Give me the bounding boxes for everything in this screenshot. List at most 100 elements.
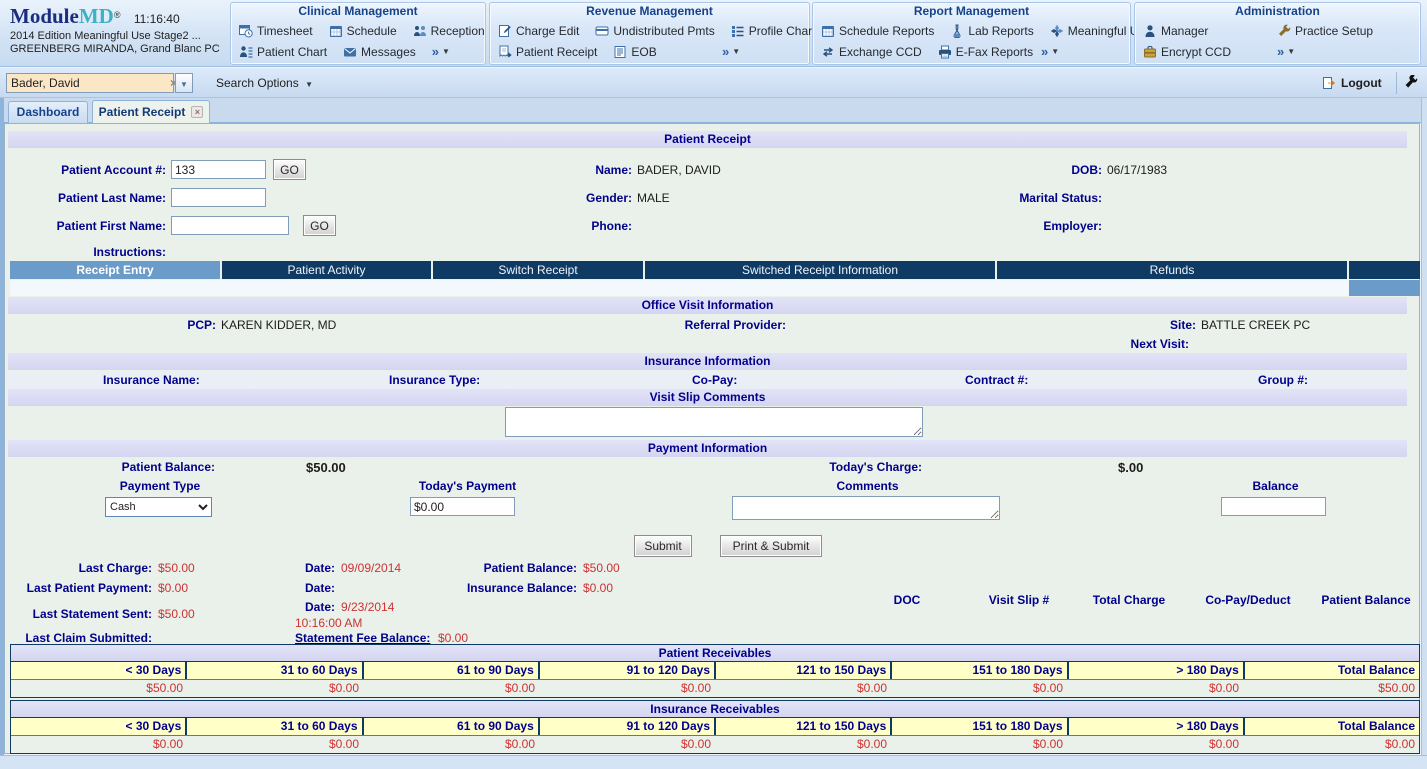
print-submit-button[interactable]: Print & Submit [720, 535, 822, 557]
recv-value: $50.00 [1243, 680, 1419, 697]
recv-col-header: 31 to 60 Days [187, 718, 363, 735]
receivables-header-row: < 30 Days 31 to 60 Days 61 to 90 Days 91… [11, 662, 1419, 679]
menu-item-schedule[interactable]: Schedule [329, 24, 397, 38]
menu-item-charge-edit[interactable]: Charge Edit [498, 24, 579, 38]
menu-item-messages[interactable]: Messages [343, 45, 416, 59]
menu-overflow-administration[interactable]: » ▼ [1277, 44, 1295, 59]
window-bottom-strip [0, 755, 1427, 769]
instructions-label: Instructions: [16, 245, 166, 259]
logout-button[interactable]: Logout [1322, 73, 1382, 93]
menu-item-exchange-ccd[interactable]: Exchange CCD [821, 45, 922, 59]
insurance-receivables-title: Insurance Receivables [11, 701, 1419, 718]
co-pay-label: Co-Pay: [692, 373, 737, 387]
recv-col-header: > 180 Days [1069, 662, 1245, 679]
subtab-receipt-entry[interactable]: Receipt Entry [10, 261, 220, 279]
last-statement-sent-label: Last Statement Sent: [0, 607, 152, 621]
menu-item-efax-reports[interactable]: E-Fax Reports [938, 45, 1033, 59]
recv-col-header: Total Balance [1245, 662, 1419, 679]
recv-value: $0.00 [891, 680, 1067, 697]
subtab-underrow [10, 280, 1420, 296]
caret-down-icon: ▼ [180, 80, 188, 89]
menu-item-timesheet[interactable]: Timesheet [239, 24, 313, 38]
reception-icon [413, 24, 427, 38]
todays-payment-label: Today's Payment [405, 479, 530, 493]
menu-item-practice-setup[interactable]: Practice Setup [1277, 24, 1373, 38]
menu-item-manager[interactable]: Manager [1143, 24, 1261, 38]
subtab-switched-receipt-information[interactable]: Switched Receipt Information [645, 261, 995, 279]
last-patient-payment-value: $0.00 [158, 581, 188, 595]
window-right-frame [1421, 98, 1427, 755]
section-title: Clinical Management [231, 3, 485, 20]
tools-wrench-icon[interactable] [1404, 75, 1418, 89]
statement-fee-balance-link[interactable]: Statement Fee Balance: [295, 631, 430, 645]
tab-dashboard[interactable]: Dashboard [8, 101, 88, 123]
search-options-menu[interactable]: Search Options ▼ [216, 76, 313, 90]
recv-value: $0.00 [539, 680, 715, 697]
recv-value: $0.00 [1067, 680, 1243, 697]
payment-comments-textarea[interactable] [732, 496, 1000, 520]
tab-close-icon[interactable]: × [191, 106, 203, 118]
subtab-filler [1349, 261, 1420, 279]
group-number-label: Group #: [1258, 373, 1308, 387]
receipt-subtabs: Receipt Entry Patient Activity Switch Re… [10, 261, 1420, 279]
menu-item-encrypt-ccd[interactable]: Encrypt CCD [1143, 45, 1261, 59]
gender-value: MALE [637, 191, 670, 205]
patient-search-box[interactable]: × [6, 73, 174, 93]
last-statement-sent-value: $50.00 [158, 607, 195, 621]
recv-col-header: Total Balance [1245, 718, 1419, 735]
patient-first-name-input[interactable] [171, 216, 289, 235]
menu-item-eob[interactable]: EOB [613, 45, 656, 59]
receivables-header-row: < 30 Days 31 to 60 Days 61 to 90 Days 91… [11, 718, 1419, 735]
logo-text: Module [10, 4, 79, 28]
patient-search-input[interactable] [7, 76, 170, 90]
last-charge-date-value: 09/09/2014 [341, 561, 401, 575]
patient-receivables-title: Patient Receivables [11, 645, 1419, 662]
top-toolbar: ModuleMD® 11:16:40 2014 Edition Meaningf… [0, 0, 1427, 67]
menu-item-patient-receipt[interactable]: Patient Receipt [498, 45, 597, 59]
recv-col-header: 151 to 180 Days [892, 662, 1068, 679]
menu-overflow-revenue[interactable]: » ▼ [722, 44, 740, 59]
recv-value: $0.00 [363, 680, 539, 697]
menu-overflow-clinical[interactable]: » ▼ [432, 44, 450, 59]
patient-receipt-icon [498, 45, 512, 59]
account-go-button[interactable]: GO [273, 159, 306, 180]
menu-item-lab-reports[interactable]: Lab Reports [950, 24, 1033, 38]
subtab-corner-block [1349, 280, 1420, 296]
office-visit-header: Office Visit Information [8, 297, 1407, 314]
submit-button[interactable]: Submit [634, 535, 692, 557]
patient-last-name-label: Patient Last Name: [16, 191, 166, 205]
name-value: BADER, DAVID [637, 163, 721, 177]
patient-account-input[interactable] [171, 160, 266, 179]
subtab-refunds[interactable]: Refunds [997, 261, 1347, 279]
recv-col-header: < 30 Days [11, 662, 187, 679]
pcp-label: PCP: [120, 318, 216, 332]
schedule-icon [329, 24, 343, 38]
subtab-switch-receipt[interactable]: Switch Receipt [433, 261, 643, 279]
recv-value: $0.00 [11, 736, 187, 753]
menu-overflow-report[interactable]: » ▼ [1041, 44, 1059, 59]
menu-item-undistributed-pmts[interactable]: Undistributed Pmts [595, 24, 714, 38]
visit-slip-comments-textarea[interactable] [505, 407, 923, 437]
insurance-receivables-values-row: $0.00 $0.00 $0.00 $0.00 $0.00 $0.00 $0.0… [11, 735, 1419, 753]
history-patient-balance-value: $50.00 [583, 561, 620, 575]
recv-value: $0.00 [539, 736, 715, 753]
patient-chart-icon [239, 45, 253, 59]
search-dropdown-button[interactable]: ▼ [175, 73, 193, 93]
payment-type-select[interactable]: Cash [105, 497, 212, 517]
patient-last-name-input[interactable] [171, 188, 266, 207]
subtab-patient-activity[interactable]: Patient Activity [222, 261, 431, 279]
pcp-value: KAREN KIDDER, MD [221, 318, 336, 332]
balance-input[interactable] [1221, 497, 1326, 516]
caret-down-icon: ▼ [1051, 47, 1059, 56]
window-left-frame [0, 98, 4, 755]
dob-label: DOB: [990, 163, 1102, 177]
caret-down-icon: ▼ [732, 47, 740, 56]
caret-down-icon: ▼ [1287, 47, 1295, 56]
registered-mark: ® [114, 10, 121, 20]
menu-item-reception[interactable]: Reception [413, 24, 485, 38]
first-name-go-button[interactable]: GO [303, 215, 336, 236]
tab-patient-receipt[interactable]: Patient Receipt× [92, 100, 210, 123]
menu-item-schedule-reports[interactable]: Schedule Reports [821, 24, 934, 38]
todays-payment-input[interactable] [410, 497, 515, 516]
menu-item-patient-chart[interactable]: Patient Chart [239, 45, 327, 59]
